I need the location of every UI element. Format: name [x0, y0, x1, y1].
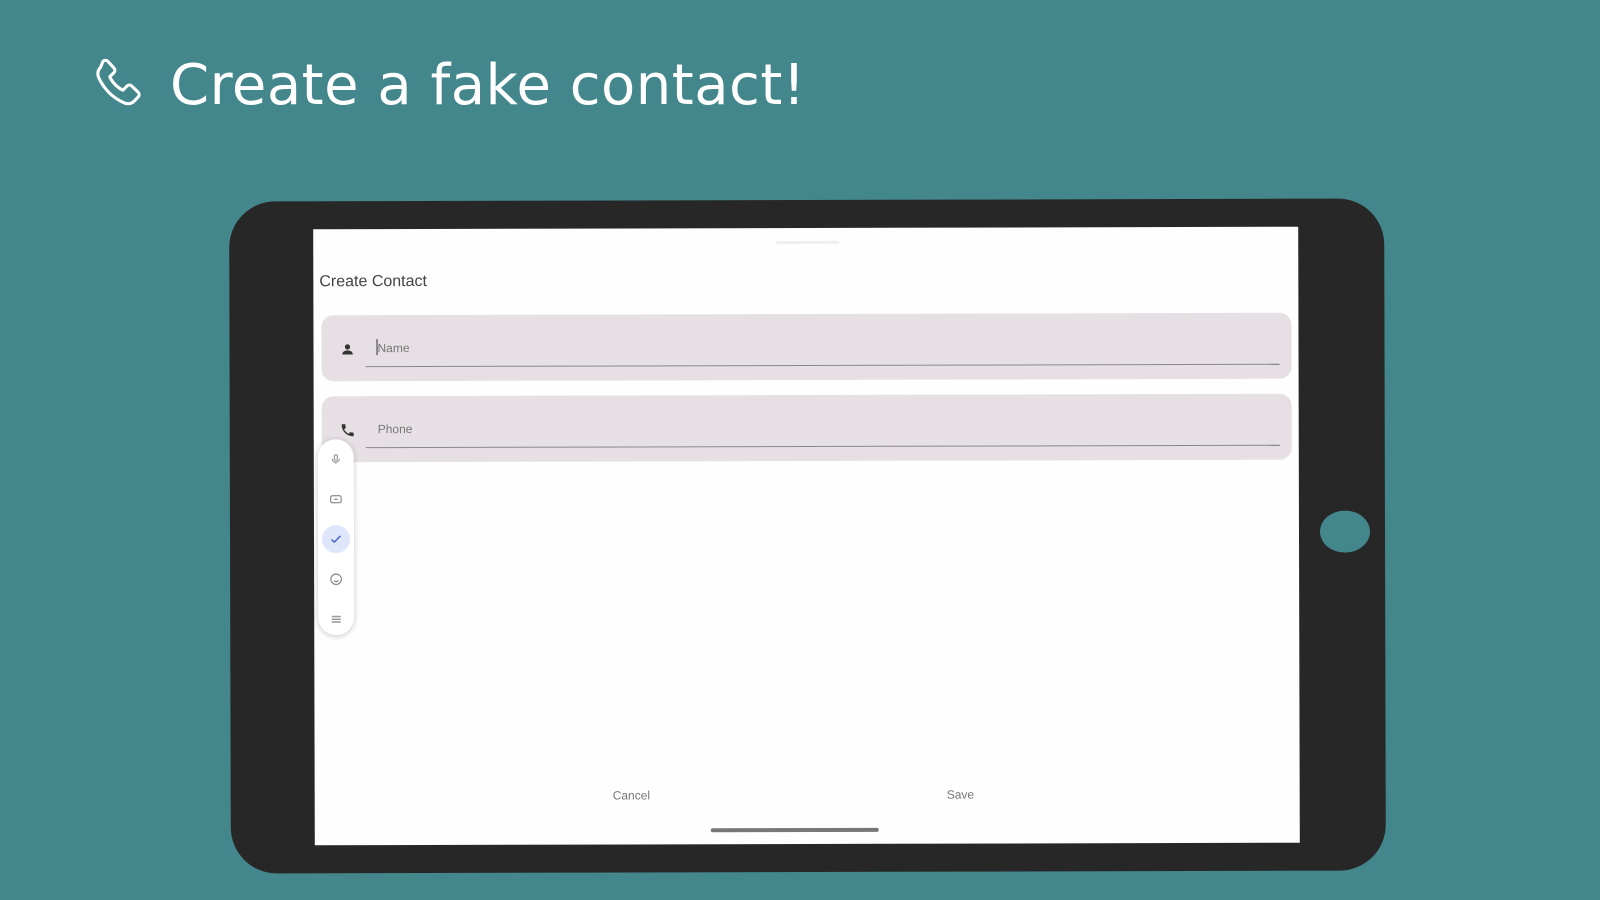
phone-placeholder: Phone [377, 422, 413, 437]
home-indicator [710, 827, 879, 833]
tablet-home-button [1319, 510, 1371, 553]
keyboard-icon[interactable] [322, 485, 350, 513]
name-placeholder: Name [377, 341, 410, 356]
phone-icon [338, 420, 358, 440]
microphone-icon[interactable] [322, 445, 350, 473]
promo-title: Create a fake contact! [170, 52, 806, 118]
dialog-actions: Cancel Save [315, 787, 1300, 814]
tablet-screen: Create Contact Name Phone Cancel Save [313, 226, 1300, 846]
name-underline [365, 363, 1280, 368]
person-icon [337, 339, 357, 359]
promo-stage: Create a fake contact! Create Contact Na… [0, 0, 1600, 900]
drag-handle [775, 240, 840, 245]
emoji-icon[interactable] [322, 565, 350, 593]
name-field[interactable]: Name [321, 312, 1292, 382]
phone-field[interactable]: Phone [321, 393, 1292, 463]
check-icon[interactable] [321, 525, 351, 554]
phone-underline [365, 444, 1280, 449]
tablet-frame: Create Contact Name Phone Cancel Save [229, 198, 1386, 874]
save-button[interactable]: Save [947, 788, 974, 802]
promo-header: Create a fake contact! [84, 52, 806, 118]
floating-keyboard-toolbar [317, 439, 355, 636]
menu-icon[interactable] [322, 605, 350, 633]
cancel-button[interactable]: Cancel [613, 788, 650, 802]
dialog-title: Create Contact [319, 272, 427, 291]
phone-icon [84, 52, 150, 118]
